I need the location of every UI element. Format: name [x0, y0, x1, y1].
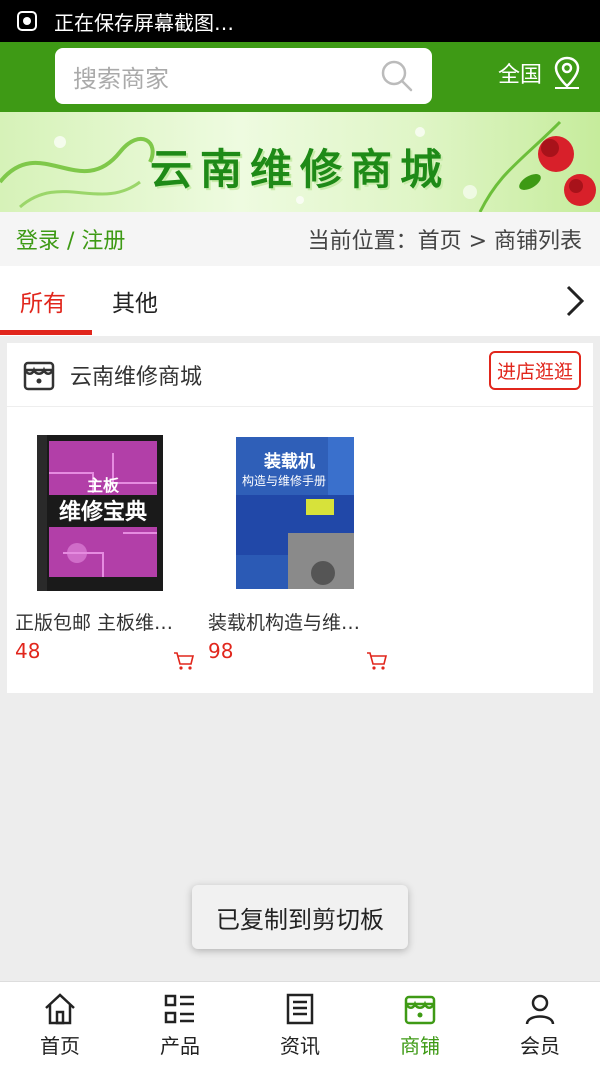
login-register-link[interactable]: 登录 / 注册	[16, 223, 125, 255]
cart-icon[interactable]	[173, 651, 195, 671]
product-price: 48	[15, 639, 41, 663]
tab-all[interactable]: 所有	[20, 284, 66, 318]
nav-products-label: 产品	[160, 1034, 200, 1058]
active-tab-indicator	[0, 330, 92, 335]
store-icon	[404, 995, 436, 1025]
status-text: 正在保存屏幕截图…	[54, 10, 234, 35]
region-label: 全国	[497, 63, 542, 88]
crumb-bar: 登录 / 注册 当前位置：首页 > 商铺列表	[0, 212, 600, 266]
nav-home-label: 首页	[40, 1034, 80, 1058]
nav-news-label: 资讯	[280, 1034, 320, 1058]
book-cover-image: 主板 维修宝典	[33, 433, 167, 593]
enter-shop-button[interactable]: 进店逛逛	[488, 351, 581, 390]
region-selector[interactable]: 全国	[498, 56, 582, 90]
product-item[interactable]: 装载机 构造与维修手册 装载机构造与维… 98	[208, 433, 388, 670]
category-tabs: 所有 其他	[0, 266, 600, 336]
bottom-nav: 首页 产品 资讯 商铺 会员	[0, 981, 600, 1067]
top-header: 搜索商家 全国	[0, 42, 600, 112]
location-pin-icon	[554, 56, 580, 89]
shop-banner: 云南维修商城	[0, 112, 600, 212]
search-icon[interactable]	[380, 59, 414, 93]
search-input[interactable]: 搜索商家	[55, 48, 432, 104]
nav-home[interactable]: 首页	[0, 982, 120, 1067]
screenshot-icon	[17, 11, 37, 31]
book-cover-image: 装载机 构造与维修手册	[228, 433, 362, 593]
product-image[interactable]: 装载机 构造与维修手册	[228, 433, 362, 593]
cover-subtitle: 构造与维修手册	[242, 473, 326, 488]
status-bar: 正在保存屏幕截图…	[0, 0, 600, 42]
nav-stores-label: 商铺	[400, 1034, 440, 1058]
breadcrumb: 当前位置：首页 > 商铺列表	[307, 229, 582, 254]
list-icon	[164, 994, 194, 1024]
product-name[interactable]: 正版包邮 主板维…	[15, 608, 195, 635]
user-icon	[525, 994, 555, 1025]
product-price: 98	[208, 639, 234, 663]
product-name[interactable]: 装载机构造与维…	[208, 608, 388, 635]
cover-title: 装载机	[263, 451, 315, 472]
nav-stores[interactable]: 商铺	[360, 982, 480, 1067]
tab-other[interactable]: 其他	[112, 284, 158, 318]
search-placeholder: 搜索商家	[73, 64, 169, 93]
news-icon	[286, 993, 314, 1025]
store-icon	[23, 361, 55, 390]
cart-icon[interactable]	[366, 651, 388, 671]
cover-subtitle: 维修宝典	[59, 499, 147, 525]
banner-title: 云南维修商城	[149, 145, 450, 194]
toast-message: 已复制到剪切板	[192, 885, 408, 949]
shop-header: 云南维修商城 进店逛逛	[7, 343, 593, 407]
nav-products[interactable]: 产品	[120, 982, 240, 1067]
nav-news[interactable]: 资讯	[240, 982, 360, 1067]
cover-title: 主板	[87, 476, 120, 495]
home-icon	[45, 993, 75, 1025]
product-image[interactable]: 主板 维修宝典	[33, 433, 167, 593]
shop-name[interactable]: 云南维修商城	[70, 359, 202, 391]
shop-card: 云南维修商城 进店逛逛 主板 维修宝典 正版包邮 主板维… 48 装载机 构造与…	[7, 343, 593, 693]
nav-member-label: 会员	[520, 1034, 560, 1058]
nav-member[interactable]: 会员	[480, 982, 600, 1067]
chevron-right-icon[interactable]	[564, 284, 586, 318]
product-item[interactable]: 主板 维修宝典 正版包邮 主板维… 48	[15, 433, 195, 670]
